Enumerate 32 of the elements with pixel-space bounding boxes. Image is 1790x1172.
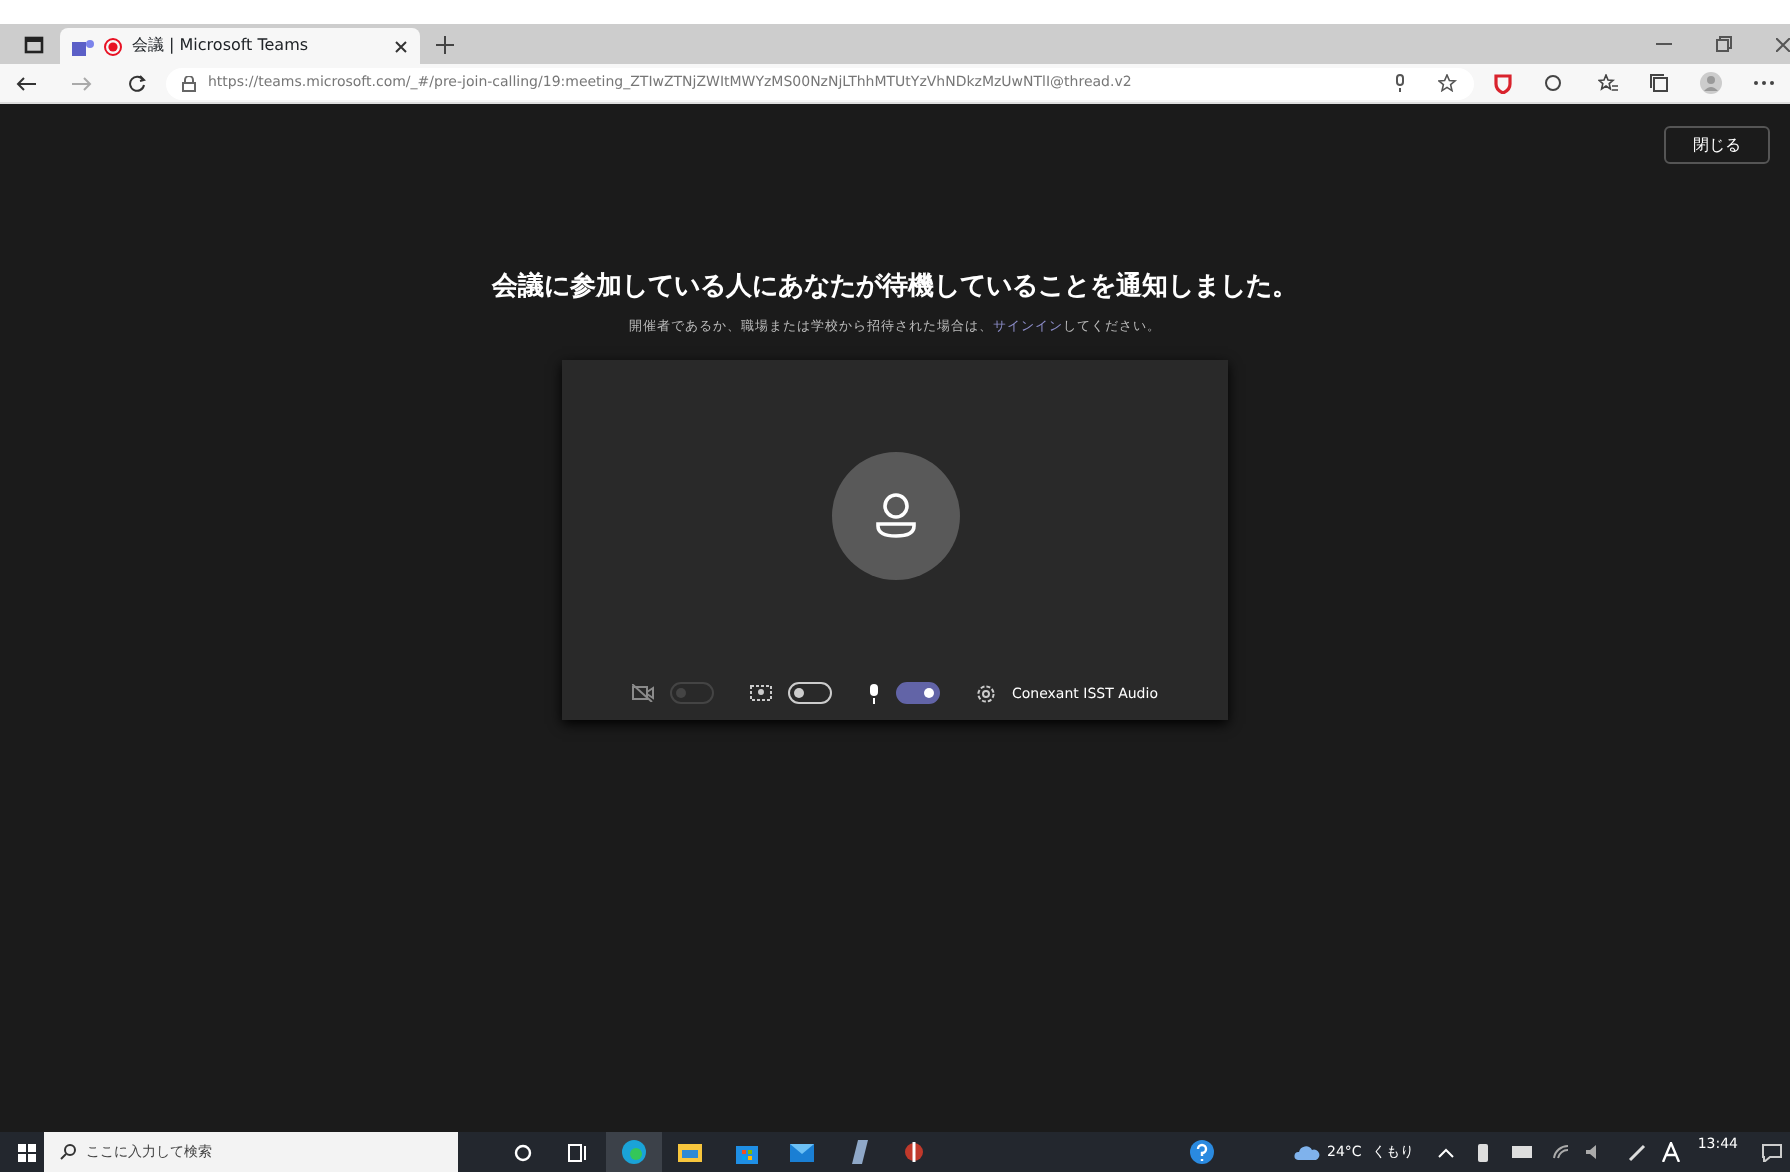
tab-actions-icon[interactable]: [24, 35, 44, 53]
back-icon[interactable]: [16, 75, 36, 91]
collections-icon[interactable]: [1650, 74, 1668, 92]
new-tab-icon[interactable]: [436, 35, 454, 53]
chevron-up-icon[interactable]: [1437, 1147, 1454, 1157]
close-button[interactable]: 閉じる: [1664, 126, 1770, 164]
recording-icon: [104, 37, 122, 55]
more-icon[interactable]: [1754, 80, 1774, 86]
favorite-icon[interactable]: [1438, 74, 1458, 92]
start-icon[interactable]: [18, 1143, 36, 1161]
heading: 会議に参加している人にあなたが待機していることを通知しました。: [492, 269, 1298, 306]
refresh-icon[interactable]: [128, 74, 146, 92]
cloud-icon: [1293, 1144, 1320, 1160]
teams-icon: [72, 37, 94, 55]
notification-icon[interactable]: [1762, 1143, 1782, 1161]
browser-tab[interactable]: 会議 | Microsoft Teams: [60, 28, 420, 64]
camera-off-icon: [632, 684, 654, 703]
tab-title: 会議 | Microsoft Teams: [132, 34, 311, 58]
microphone-icon[interactable]: [1394, 74, 1406, 92]
close-icon[interactable]: [394, 39, 408, 53]
search-icon: [60, 1144, 76, 1160]
wifi-icon[interactable]: [1551, 1144, 1570, 1160]
background-blur-icon: [750, 684, 772, 703]
restore-icon[interactable]: [1716, 36, 1732, 52]
lock-icon: [182, 75, 196, 91]
profile-icon[interactable]: [1700, 72, 1722, 94]
favorites-icon[interactable]: [1598, 74, 1618, 92]
edge-icon[interactable]: [606, 1132, 662, 1172]
microphone-icon: [868, 683, 880, 704]
shield-icon[interactable]: [1494, 73, 1512, 93]
toggle-switch[interactable]: [896, 682, 940, 705]
settings-icon[interactable]: [976, 683, 996, 704]
